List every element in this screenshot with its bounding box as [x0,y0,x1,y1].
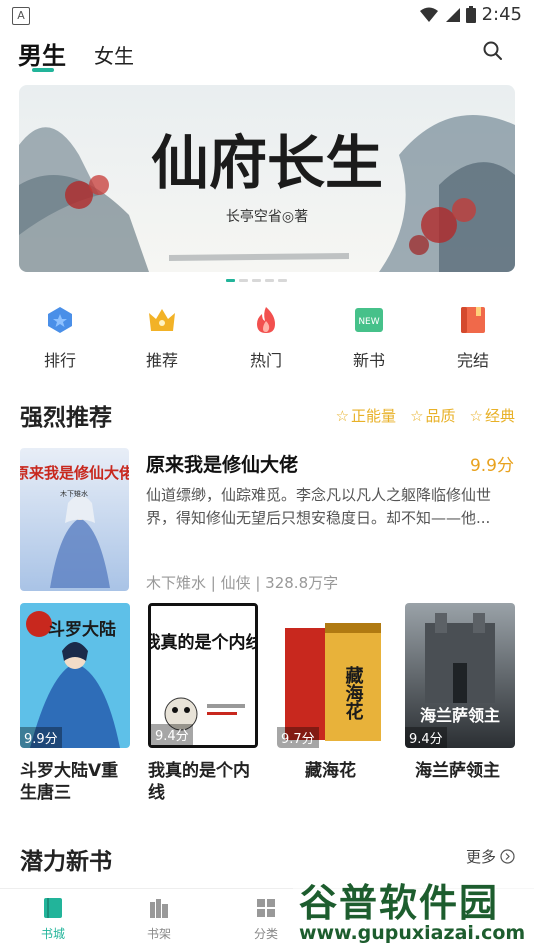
book-cover-text: 藏海花 [343,666,364,720]
carousel-dot[interactable] [239,279,248,282]
watermark-name: 谷普软件园 [299,881,500,925]
book-title[interactable]: 我真的是个内线 [148,760,258,804]
tag-label: 正能量 [351,407,397,425]
status-bar: A 2:45 [0,0,534,30]
book-score: 9.4分 [151,724,193,745]
book-card[interactable]: 我真的是个内线 9.4分 我真的是个内线 [148,603,258,804]
tab-label: 分类 [253,927,278,941]
featured-cover-author: 木下雉水 [60,489,88,498]
tag-label: 品质 [425,407,456,425]
category-row: 排行 推荐 热门 NEW 新书 完结 [0,305,534,375]
book-title[interactable]: 藏海花 [277,760,387,782]
status-icons: 2:45 [419,4,522,25]
tab-female[interactable]: 女生 [94,40,134,69]
carousel-dot[interactable] [265,279,274,282]
carousel-dot[interactable] [226,279,235,282]
watermark-url: www.gupuxiazai.com [299,922,526,944]
carousel-dot[interactable] [278,279,287,282]
category-new[interactable]: NEW 新书 [329,305,409,371]
ranking-icon [48,307,72,333]
book-title[interactable]: 斗罗大陆V重生唐三 [20,760,130,804]
category-label: 排行 [43,351,76,370]
bookshelf-icon [150,899,168,918]
book-icon [461,307,485,333]
tag-label: 经典 [484,407,515,425]
tag-positive[interactable]: ☆ 正能量 [336,405,396,426]
battery-icon [465,6,476,23]
notification-icon: A [12,7,30,25]
book-cover[interactable]: 斗罗大陆 9.9分 [20,603,130,748]
tab-label: 书架 [146,927,171,941]
featured-book-cover[interactable]: 原来我是修仙大佬 木下雉水 [20,448,129,591]
book-card[interactable]: 藏海花 9.7分 藏海花 [277,603,387,782]
tab-category[interactable]: 分类 [231,897,301,942]
tab-bookstore[interactable]: 书城 [18,897,88,942]
star-icon: ☆ [410,406,424,425]
book-score: 9.4分 [405,727,447,748]
book-cover-text: 斗罗大陆 [48,619,116,640]
category-hot[interactable]: 热门 [226,305,306,371]
flame-icon [257,307,275,333]
tag-classic[interactable]: ☆ 经典 [470,405,515,426]
book-cover-text: 海兰萨领主 [420,706,500,725]
featured-book-meta: 木下雉水 | 仙侠 | 328.8万字 [146,574,339,592]
tab-bookshelf[interactable]: 书架 [124,897,194,942]
category-icon [257,899,275,917]
bookstore-icon [44,898,62,918]
category-label: 推荐 [145,351,178,370]
star-icon: ☆ [469,406,483,425]
top-nav: 男生 女生 [0,30,534,74]
search-icon[interactable] [482,40,504,62]
banner-title: 仙府长生 [151,129,383,197]
tab-male[interactable]: 男生 [18,36,66,71]
more-label: 更多 [465,848,496,866]
featured-cover-title: 原来我是修仙大佬 [20,464,129,482]
category-label: 完结 [456,351,489,370]
category-label: 热门 [249,351,282,370]
book-card[interactable]: 海兰萨领主 9.4分 海兰萨领主 [405,603,515,782]
tab-label: 书城 [40,927,65,941]
book-score: 9.9分 [20,727,62,748]
book-cover[interactable]: 藏海花 9.7分 [277,603,387,748]
banner-author: 长亭空省◎著 [226,208,308,225]
category-finished[interactable]: 完结 [433,305,513,371]
category-ranking[interactable]: 排行 [20,305,100,371]
book-score: 9.7分 [277,727,319,748]
banner-image: 仙府长生 长亭空省◎著 [19,85,515,272]
book-cover[interactable]: 海兰萨领主 9.4分 [405,603,515,748]
watermark: 谷普软件园 www.gupuxiazai.com [293,868,534,950]
wifi-icon [419,7,438,22]
featured-book-score: 9.9分 [469,456,514,476]
book-cover-text: 我真的是个内线 [151,632,255,653]
star-icon: ☆ [335,406,350,425]
chevron-right-circle-icon [500,849,515,864]
new-badge-icon: NEW [355,308,383,332]
signal-icon [445,7,460,22]
tab-indicator [32,68,54,72]
more-link[interactable]: 更多 [466,846,515,867]
featured-book-description: 仙道缥缈，仙踪难觅。李念凡以凡人之躯降临修仙世界，得知修仙无望后只想安稳度日。却… [146,486,492,527]
carousel-dot[interactable] [252,279,261,282]
recommend-tags: ☆ 正能量 ☆ 品质 ☆ 经典 [336,405,515,426]
book-cover[interactable]: 我真的是个内线 9.4分 [148,603,258,748]
book-card[interactable]: 斗罗大陆 9.9分 斗罗大陆V重生唐三 [20,603,130,804]
clock: 2:45 [481,4,522,25]
carousel-dots [226,279,287,282]
crown-icon [149,309,175,331]
book-title[interactable]: 海兰萨领主 [405,760,515,782]
featured-book-title[interactable]: 原来我是修仙大佬 [146,450,298,477]
new-badge-text: NEW [358,317,379,327]
category-label: 新书 [352,351,385,370]
tag-quality[interactable]: ☆ 品质 [410,405,455,426]
category-recommend[interactable]: 推荐 [122,305,202,371]
section-title-recommend: 强烈推荐 [20,405,112,431]
section-title-new-books: 潜力新书 [20,849,112,875]
banner-carousel[interactable]: 仙府长生 长亭空省◎著 [19,85,515,272]
